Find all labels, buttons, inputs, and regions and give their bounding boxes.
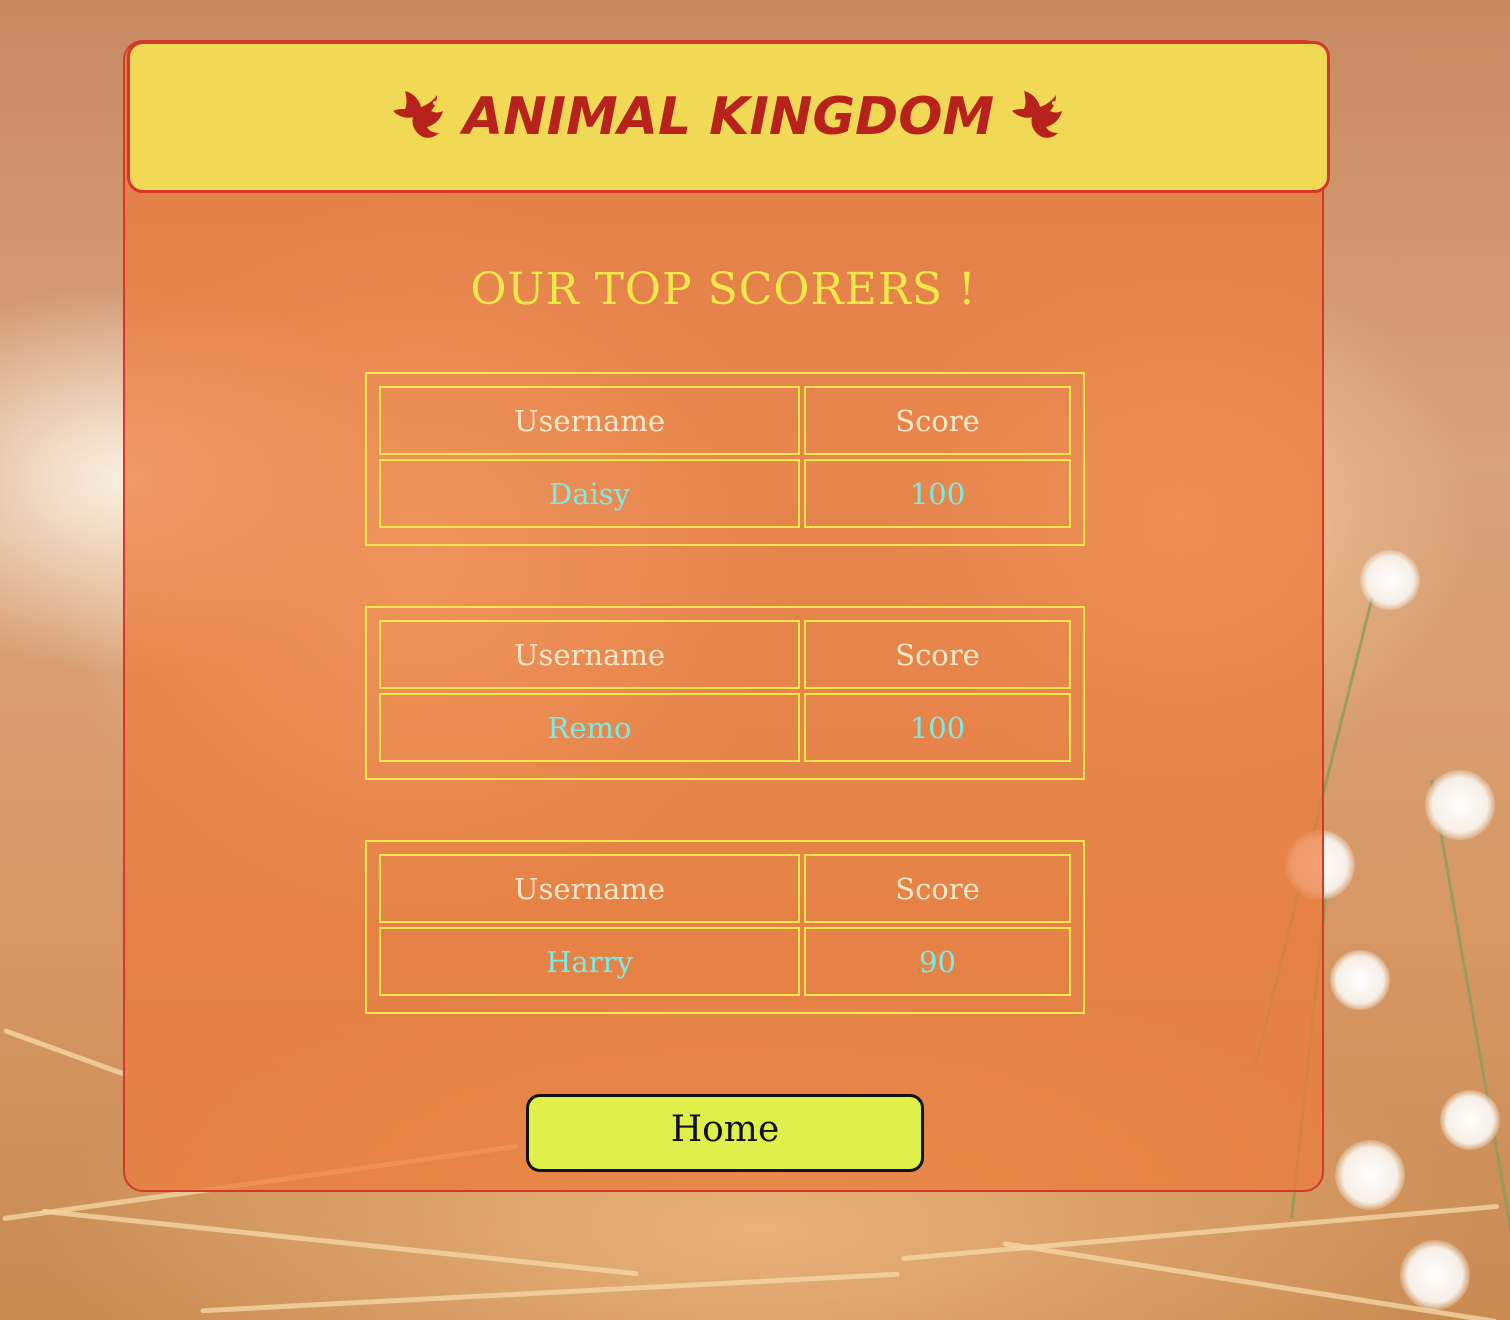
username-cell: Daisy bbox=[379, 459, 800, 528]
title-text: ANIMAL KINGDOM bbox=[462, 87, 995, 147]
username-header: Username bbox=[379, 386, 800, 455]
page-heading: OUR TOP SCORERS ! bbox=[470, 264, 977, 315]
username-header: Username bbox=[379, 620, 800, 689]
dove-icon bbox=[1008, 89, 1068, 145]
score-cell: 100 bbox=[804, 459, 1071, 528]
score-header: Score bbox=[804, 620, 1071, 689]
home-button[interactable]: Home bbox=[526, 1094, 924, 1172]
username-cell: Remo bbox=[379, 693, 800, 762]
site-header: ANIMAL KINGDOM bbox=[127, 41, 1330, 193]
score-table: Username Score Remo 100 bbox=[365, 606, 1085, 780]
score-table: Username Score Harry 90 bbox=[365, 840, 1085, 1014]
score-cell: 100 bbox=[804, 693, 1071, 762]
username-cell: Harry bbox=[379, 927, 800, 996]
score-header: Score bbox=[804, 854, 1071, 923]
dove-icon bbox=[389, 89, 449, 145]
site-title: ANIMAL KINGDOM bbox=[389, 87, 1068, 147]
score-table: Username Score Daisy 100 bbox=[365, 372, 1085, 546]
score-header: Score bbox=[804, 386, 1071, 455]
score-cell: 90 bbox=[804, 927, 1071, 996]
main-panel: ANIMAL KINGDOM OUR TOP SCORERS ! Usernam… bbox=[123, 40, 1330, 1192]
username-header: Username bbox=[379, 854, 800, 923]
